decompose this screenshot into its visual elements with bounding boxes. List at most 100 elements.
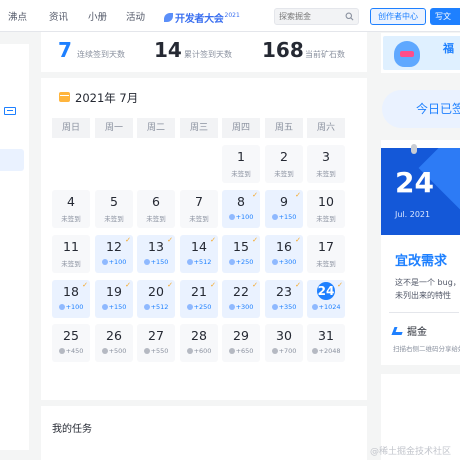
calendar-day[interactable]: 6 未签到 (137, 190, 175, 228)
calendar-day-reward: +100 (52, 303, 90, 311)
calendar-day[interactable]: 19 +150 ✓ (95, 280, 133, 318)
ore-icon (228, 348, 235, 354)
ore-icon (186, 348, 193, 354)
calendar-day[interactable]: 29 +650 (222, 324, 260, 362)
calendar-day-reward: +300 (222, 303, 260, 311)
calendar-day[interactable]: 9 +150 ✓ (265, 190, 303, 228)
calendar-day-reward-text: +250 (193, 303, 212, 311)
creator-center-button[interactable]: 创作者中心 (370, 8, 426, 25)
mascot-image (394, 41, 420, 67)
calendar-day[interactable]: 28 +600 (180, 324, 218, 362)
share-scan-text: 扫描右侧二维码分享给好友 (393, 345, 460, 353)
daily-card-title: 宜改需求 (395, 254, 448, 269)
calendar-day[interactable]: 27 +550 (137, 324, 175, 362)
calendar-day-reward-text: 未签到 (104, 215, 124, 223)
weekday-header: 周二 (137, 118, 175, 138)
write-article-button[interactable]: 写文 (430, 8, 460, 25)
nav-link-events[interactable]: 活动 (126, 9, 145, 23)
calendar-day[interactable]: 16 +300 ✓ (265, 235, 303, 273)
daily-card-text-line-2: 未列出来的特性 (395, 291, 451, 300)
left-sidebar (0, 44, 29, 450)
calendar-day-reward-text: +300 (278, 258, 297, 266)
calendar-day-reward-text: +100 (235, 213, 254, 221)
calendar-day-reward: +150 (265, 213, 303, 221)
calendar-day-number: 3 (322, 149, 330, 164)
calendar-day[interactable]: 21 +250 ✓ (180, 280, 218, 318)
ore-count-label: 当前矿石数 (305, 50, 345, 59)
juejin-brand-name: 掘金 (407, 327, 427, 338)
calendar-day-reward-text: +150 (278, 213, 297, 221)
calendar-day-reward-text: +600 (193, 347, 212, 355)
checked-icon: ✓ (295, 281, 301, 289)
search-box[interactable] (274, 8, 359, 25)
calendar-day-reward-text: +250 (235, 258, 254, 266)
calendar-day[interactable]: 25 +450 (52, 324, 90, 362)
calendar-day[interactable]: 24 +1024 ✓ (307, 280, 345, 318)
calendar-day-number: 11 (63, 239, 79, 254)
nav-link-pins[interactable]: 沸点 (8, 9, 27, 23)
signed-today-button[interactable]: 今日已签 (382, 90, 460, 128)
calendar-day[interactable]: 22 +300 ✓ (222, 280, 260, 318)
streak-days-label: 连续签到天数 (77, 50, 125, 59)
nav-link-books[interactable]: 小册 (88, 9, 107, 23)
daily-card-text-line-1: 这不是一个 bug，这 (395, 278, 460, 287)
calendar-day[interactable]: 10 未签到 (307, 190, 345, 228)
daily-card-text: 这不是一个 bug，这 未列出来的特性 (395, 276, 460, 302)
card-icon[interactable] (4, 107, 16, 115)
calendar-day[interactable]: 2 未签到 (265, 145, 303, 183)
checked-icon: ✓ (167, 281, 173, 289)
calendar-day-reward: 未签到 (307, 213, 345, 223)
calendar-day[interactable]: 14 +512 ✓ (180, 235, 218, 273)
streak-days-value: 7 (58, 38, 72, 62)
ore-icon (58, 304, 65, 310)
calendar-day-number: 6 (152, 194, 160, 209)
calendar-day-reward: 未签到 (52, 213, 90, 223)
calendar-day[interactable]: 1 未签到 (222, 145, 260, 183)
ore-icon (271, 259, 278, 265)
calendar-day-number: 2 (280, 149, 288, 164)
calendar-day[interactable]: 18 +100 ✓ (52, 280, 90, 318)
calendar-day[interactable]: 8 +100 ✓ (222, 190, 260, 228)
calendar-day[interactable]: 11 未签到 (52, 235, 90, 273)
calendar-day-number: 31 (318, 328, 334, 343)
calendar-day[interactable]: 17 未签到 (307, 235, 345, 273)
nav-link-news[interactable]: 资讯 (49, 9, 68, 23)
dev-conference-logo[interactable]: 开发者大会2021 (164, 7, 240, 25)
calendar-day[interactable]: 15 +250 ✓ (222, 235, 260, 273)
sidebar-active-item[interactable] (0, 149, 24, 171)
daily-card-header: 24 Jul. 2021 (381, 148, 460, 235)
calendar-day[interactable]: 31 +2048 (307, 324, 345, 362)
calendar-day[interactable]: 26 +500 (95, 324, 133, 362)
calendar-day-reward-text: 未签到 (316, 170, 336, 178)
calendar-day[interactable]: 4 未签到 (52, 190, 90, 228)
calendar-day[interactable]: 23 +350 ✓ (265, 280, 303, 318)
calendar-day-reward-text: +700 (278, 347, 297, 355)
checked-icon: ✓ (125, 281, 131, 289)
calendar-day[interactable]: 3 未签到 (307, 145, 345, 183)
promo-banner[interactable]: 福 (381, 33, 460, 73)
juejin-logo-icon (391, 326, 405, 335)
checked-icon: ✓ (82, 281, 88, 289)
calendar-day-reward-text: +550 (150, 347, 169, 355)
calendar-day-reward-text: 未签到 (316, 260, 336, 268)
event-logo-text: 开发者大会 (175, 14, 224, 25)
search-icon[interactable] (345, 12, 354, 21)
calendar-day[interactable]: 30 +700 (265, 324, 303, 362)
ore-icon (143, 304, 150, 310)
calendar-day-reward: 未签到 (180, 213, 218, 223)
calendar-day-reward-text: +2048 (318, 347, 341, 355)
calendar-day[interactable]: 13 +150 ✓ (137, 235, 175, 273)
calendar-day[interactable]: 12 +100 ✓ (95, 235, 133, 273)
calendar-day[interactable]: 7 未签到 (180, 190, 218, 228)
ore-icon (228, 259, 235, 265)
calendar-day-reward-text: 未签到 (61, 215, 81, 223)
calendar-day-reward-text: +450 (65, 347, 84, 355)
calendar-day-reward-text: +512 (150, 303, 169, 311)
search-input[interactable] (279, 10, 341, 23)
calendar-day[interactable]: 5 未签到 (95, 190, 133, 228)
calendar-day-reward: +250 (222, 258, 260, 266)
calendar-day-reward: 未签到 (265, 168, 303, 178)
calendar-title: 2021年 7月 (75, 91, 139, 105)
calendar-day[interactable]: 20 +512 ✓ (137, 280, 175, 318)
leaf-icon (164, 13, 173, 22)
